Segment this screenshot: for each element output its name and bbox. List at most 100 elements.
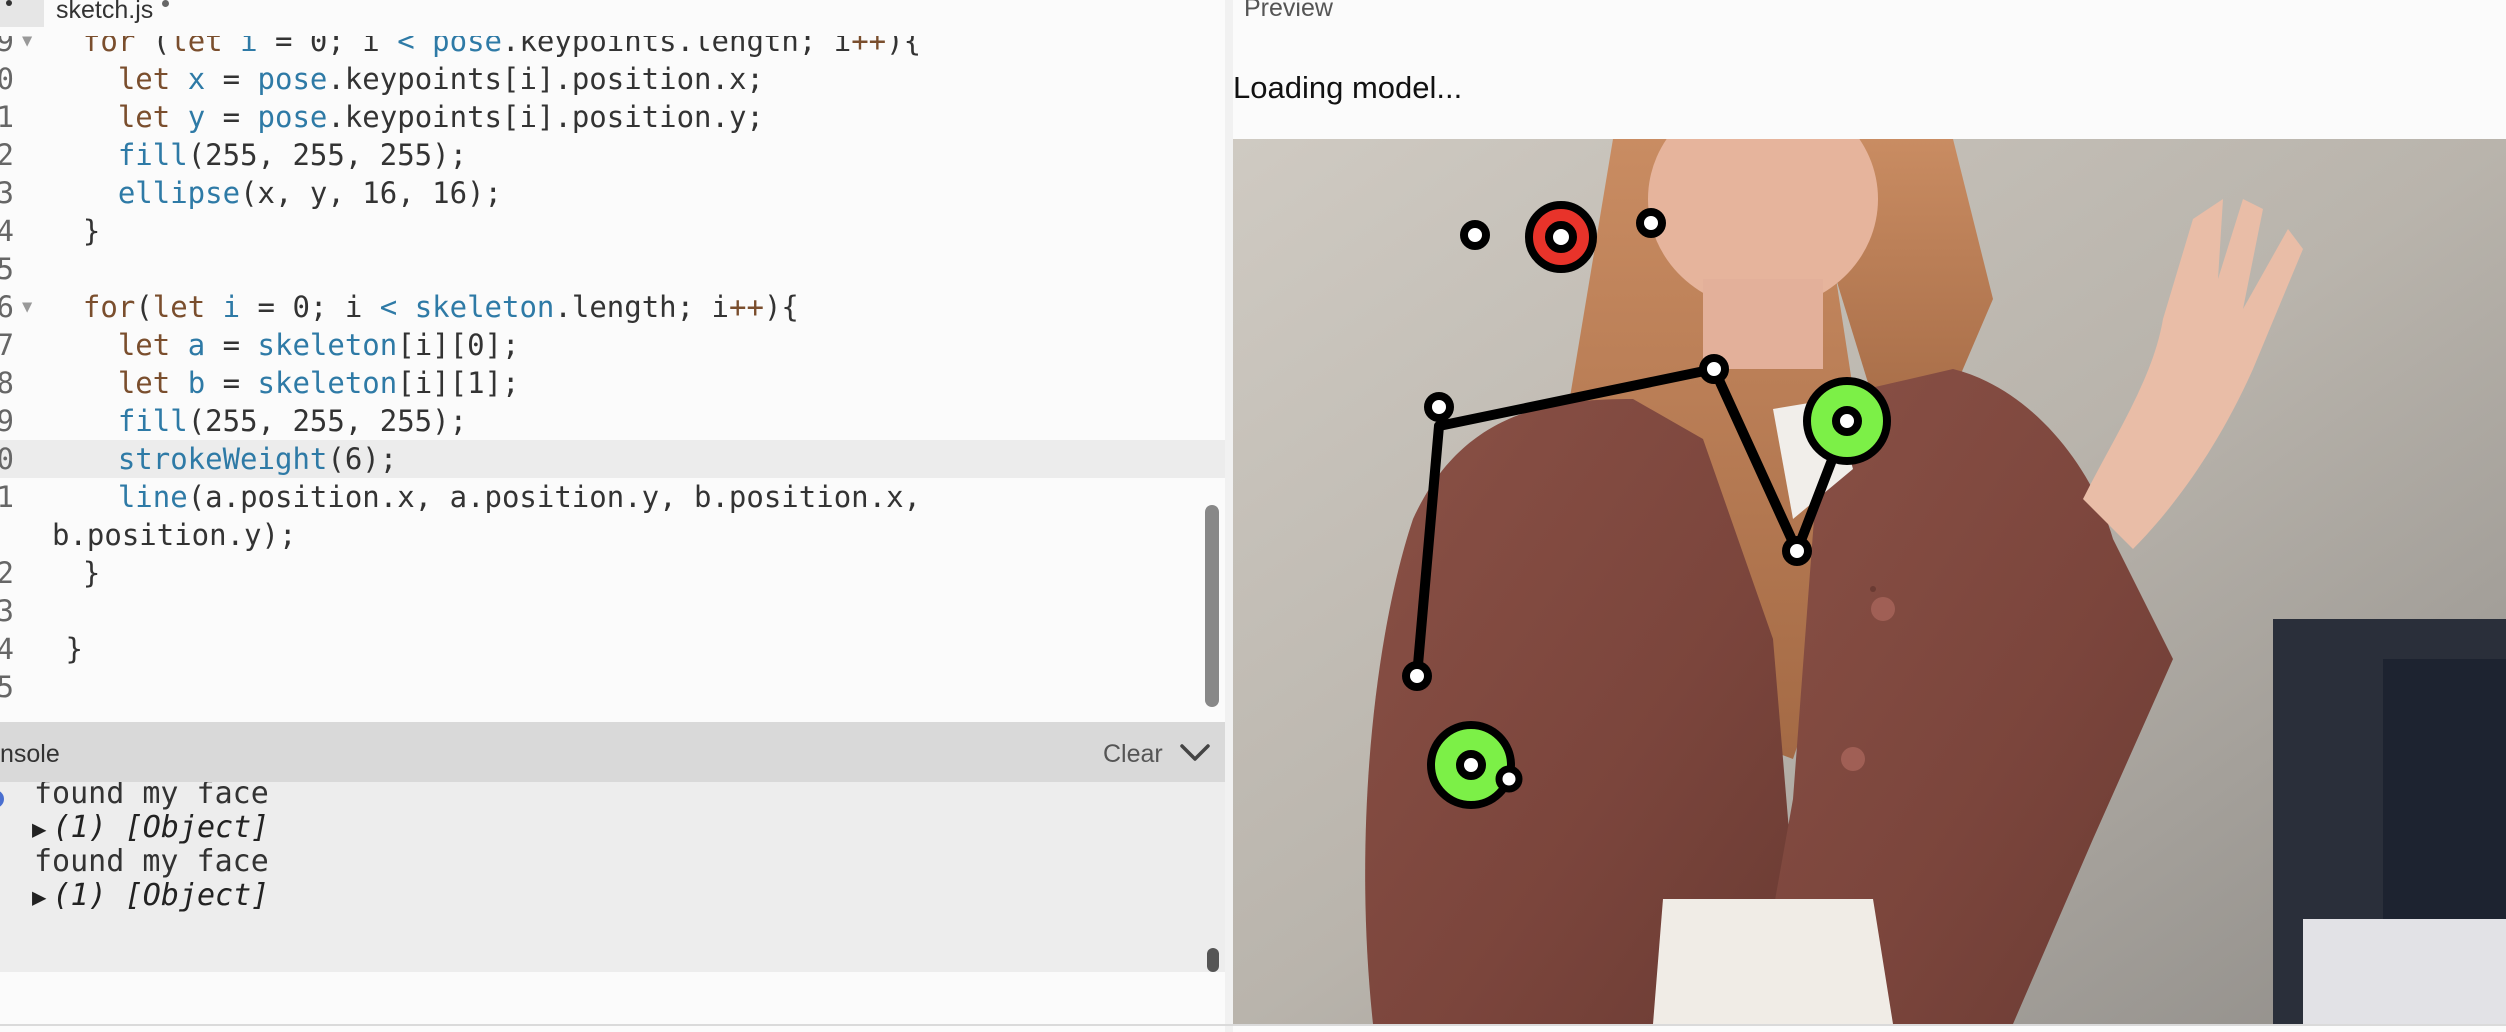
code-token: = <box>205 100 258 134</box>
code-text: } <box>48 554 100 592</box>
code-line[interactable]: b.position.y); <box>0 516 1225 554</box>
fold-arrow-icon[interactable]: ▼ <box>22 36 32 60</box>
knee-keypoint <box>1495 765 1523 793</box>
console-scrollbar[interactable] <box>1207 948 1219 972</box>
code-token: pose <box>257 62 328 96</box>
code-token: skeleton <box>257 328 398 362</box>
code-token: b <box>170 366 206 400</box>
fold-arrow-icon[interactable]: ▼ <box>22 288 32 326</box>
line-number: 7 <box>0 328 14 362</box>
line-number: 9 <box>0 36 14 58</box>
code-line[interactable]: 9 fill(255, 255, 255); <box>0 402 1225 440</box>
code-token: .keypoints.length; i <box>502 36 852 58</box>
code-token: } <box>48 214 101 248</box>
code-line[interactable]: 4 } <box>0 212 1225 250</box>
code-line[interactable]: 3 <box>0 592 1225 630</box>
line-number: 0 <box>0 442 14 476</box>
code-line[interactable]: 5 <box>0 668 1225 706</box>
sidebar-dot <box>6 0 12 6</box>
code-line[interactable]: 6 ▼ for(let i = 0; i < skeleton.length; i… <box>0 288 1225 326</box>
code-token: let <box>170 36 223 58</box>
code-text: fill(255, 255, 255); <box>48 136 467 174</box>
code-line[interactable]: 1 let y = pose.keypoints[i].position.y; <box>0 98 1225 136</box>
code-text: for(let i = 0; i < skeleton.length; i++)… <box>48 288 799 326</box>
code-line[interactable]: 4 } <box>0 630 1225 668</box>
line-number: 2 <box>0 138 14 172</box>
code-token: ( <box>135 290 153 324</box>
nose-keypoint <box>1545 221 1577 253</box>
chevron-down-icon[interactable] <box>1178 740 1212 766</box>
sketch-canvas[interactable] <box>1233 139 2506 1024</box>
sidebar-toggle[interactable] <box>0 0 44 27</box>
code-token: = <box>205 366 258 400</box>
code-token: y <box>170 100 206 134</box>
code-text: let a = skeleton[i][0]; <box>48 326 520 364</box>
line-number: 1 <box>0 100 14 134</box>
code-token: } <box>48 632 83 666</box>
shoulder-keypoint-right <box>1699 354 1729 384</box>
code-token: pose <box>257 100 328 134</box>
code-area[interactable]: 9 ▼ for (let i = 0; i < pose.keypoints.le… <box>0 36 1225 722</box>
code-token: = <box>205 328 258 362</box>
code-line[interactable]: 0 strokeWeight(6); <box>0 440 1225 478</box>
code-line[interactable]: 8 let b = skeleton[i][1]; <box>0 364 1225 402</box>
code-text: ellipse(x, y, 16, 16); <box>48 174 502 212</box>
wrist-keypoint-right <box>1832 406 1862 436</box>
console-log-entry: found my face <box>34 782 269 811</box>
file-tab-label[interactable]: sketch.js <box>56 0 153 25</box>
code-text: line(a.position.x, a.position.y, b.posit… <box>48 478 921 516</box>
code-line[interactable]: 2 fill(255, 255, 255); <box>0 136 1225 174</box>
console-log-entry: found my face <box>34 844 269 879</box>
code-line[interactable]: 7 let a = skeleton[i][0]; <box>0 326 1225 364</box>
code-text: fill(255, 255, 255); <box>48 402 467 440</box>
bed-area <box>2303 919 2506 1024</box>
line-number: 5 <box>0 252 14 286</box>
code-line[interactable]: 1 line(a.position.x, a.position.y, b.pos… <box>0 478 1225 516</box>
code-token: < <box>379 290 398 324</box>
code-token: < <box>397 36 415 58</box>
eye-keypoint-right <box>1636 208 1666 238</box>
panel-divider[interactable] <box>1225 0 1233 1032</box>
line-number: 8 <box>0 366 14 400</box>
code-text: strokeWeight(6); <box>48 440 397 478</box>
code-line[interactable]: 9 ▼ for (let i = 0; i < pose.keypoints.le… <box>0 36 1225 60</box>
line-number: 5 <box>0 670 14 704</box>
code-token: let <box>117 328 171 362</box>
line-number: 4 <box>0 214 14 248</box>
log-marker-icon <box>0 790 4 808</box>
code-line[interactable]: 2 } <box>0 554 1225 592</box>
clear-console-button[interactable]: Clear <box>1103 740 1163 769</box>
button-1 <box>1871 597 1895 621</box>
preview-panel: Preview Loading model... <box>1233 0 2506 1032</box>
editor-scrollbar[interactable] <box>1205 505 1219 707</box>
disclosure-triangle-icon[interactable]: ▶ <box>32 815 46 843</box>
code-token: (a.position.x, a.position.y, b.position.… <box>187 480 921 514</box>
code-token: a <box>170 328 206 362</box>
hip-keypoint-left <box>1402 661 1432 691</box>
code-token: line <box>117 480 188 514</box>
code-line[interactable]: 3 ellipse(x, y, 16, 16); <box>0 174 1225 212</box>
code-text: let b = skeleton[i][1]; <box>48 364 520 402</box>
console-object-entry[interactable]: ▶ (1) [Object] <box>32 878 269 913</box>
code-token: (255, 255, 255); <box>187 138 468 172</box>
code-token: skeleton <box>257 366 398 400</box>
code-line[interactable]: 5 <box>0 250 1225 288</box>
line-number: 1 <box>0 480 14 514</box>
object-summary: (1) [Object] <box>52 810 270 845</box>
shoulder-keypoint-left <box>1424 392 1454 422</box>
code-line[interactable]: 0 let x = pose.keypoints[i].position.x; <box>0 60 1225 98</box>
disclosure-triangle-icon[interactable]: ▶ <box>32 883 46 911</box>
console-object-entry[interactable]: ▶ (1) [Object] <box>32 810 269 845</box>
wrist-keypoint-left <box>1456 750 1486 780</box>
code-token: let <box>117 62 171 96</box>
neck <box>1703 279 1823 369</box>
line-number: 3 <box>0 176 14 210</box>
code-token: let <box>117 100 171 134</box>
